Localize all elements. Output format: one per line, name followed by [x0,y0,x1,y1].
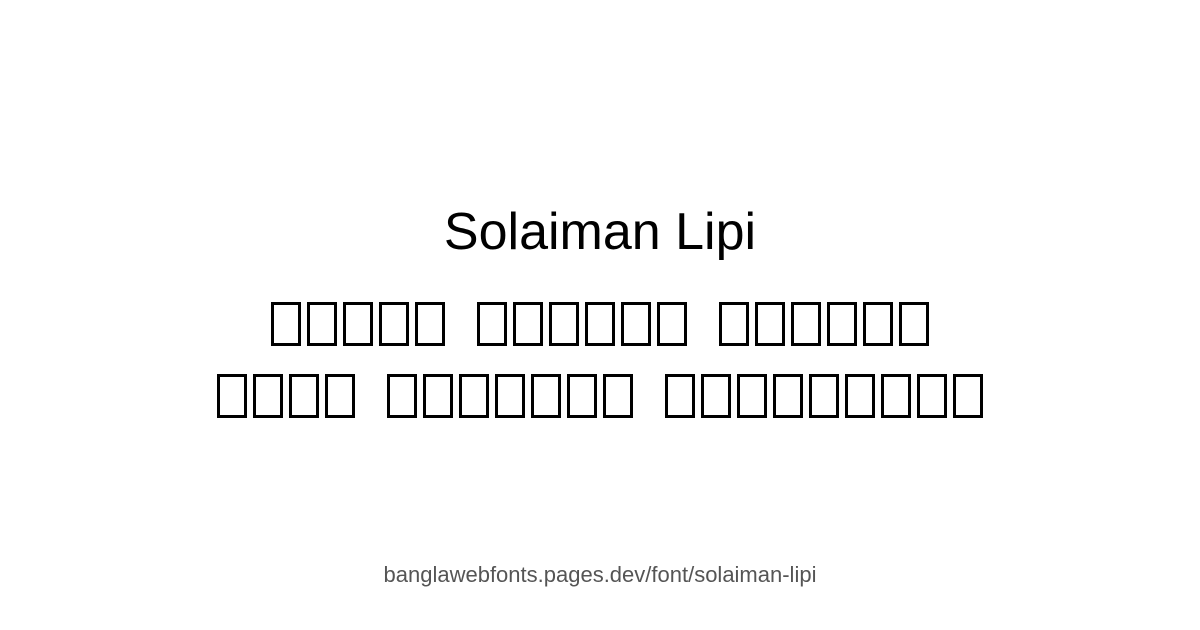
missing-glyph-box [737,374,767,418]
missing-glyph-box [549,302,579,346]
sample-text-line-1 [0,294,1200,354]
missing-glyph-box [477,302,507,346]
missing-glyph-box [307,302,337,346]
line2-word-2 [384,374,636,418]
missing-glyph-box [289,374,319,418]
missing-glyph-box [253,374,283,418]
font-page-url: banglawebfonts.pages.dev/font/solaiman-l… [383,562,817,587]
missing-glyph-box [513,302,543,346]
missing-glyph-box [567,374,597,418]
missing-glyph-box [621,302,651,346]
missing-glyph-box [585,302,615,346]
missing-glyph-box [495,374,525,418]
missing-glyph-box [343,302,373,346]
missing-glyph-box [665,374,695,418]
missing-glyph-box [531,374,561,418]
missing-glyph-box [387,374,417,418]
missing-glyph-box [845,374,875,418]
font-title: Solaiman Lipi [443,203,757,261]
missing-glyph-box [773,374,803,418]
line1-word-3 [716,302,932,346]
line2-word-1 [214,374,358,418]
missing-glyph-box [415,302,445,346]
missing-glyph-box [953,374,983,418]
line2-word-3 [662,374,986,418]
missing-glyph-box [755,302,785,346]
missing-glyph-box [791,302,821,346]
missing-glyph-box [809,374,839,418]
missing-glyph-box [657,302,687,346]
missing-glyph-box [271,302,301,346]
sample-text-line-2 [0,366,1200,426]
missing-glyph-box [881,374,911,418]
missing-glyph-box [423,374,453,418]
missing-glyph-box [917,374,947,418]
missing-glyph-box [827,302,857,346]
line1-word-2 [474,302,690,346]
missing-glyph-box [701,374,731,418]
missing-glyph-box [325,374,355,418]
missing-glyph-box [719,302,749,346]
line1-word-1 [268,302,448,346]
missing-glyph-box [603,374,633,418]
missing-glyph-box [899,302,929,346]
missing-glyph-box [217,374,247,418]
missing-glyph-box [863,302,893,346]
missing-glyph-box [379,302,409,346]
missing-glyph-box [459,374,489,418]
